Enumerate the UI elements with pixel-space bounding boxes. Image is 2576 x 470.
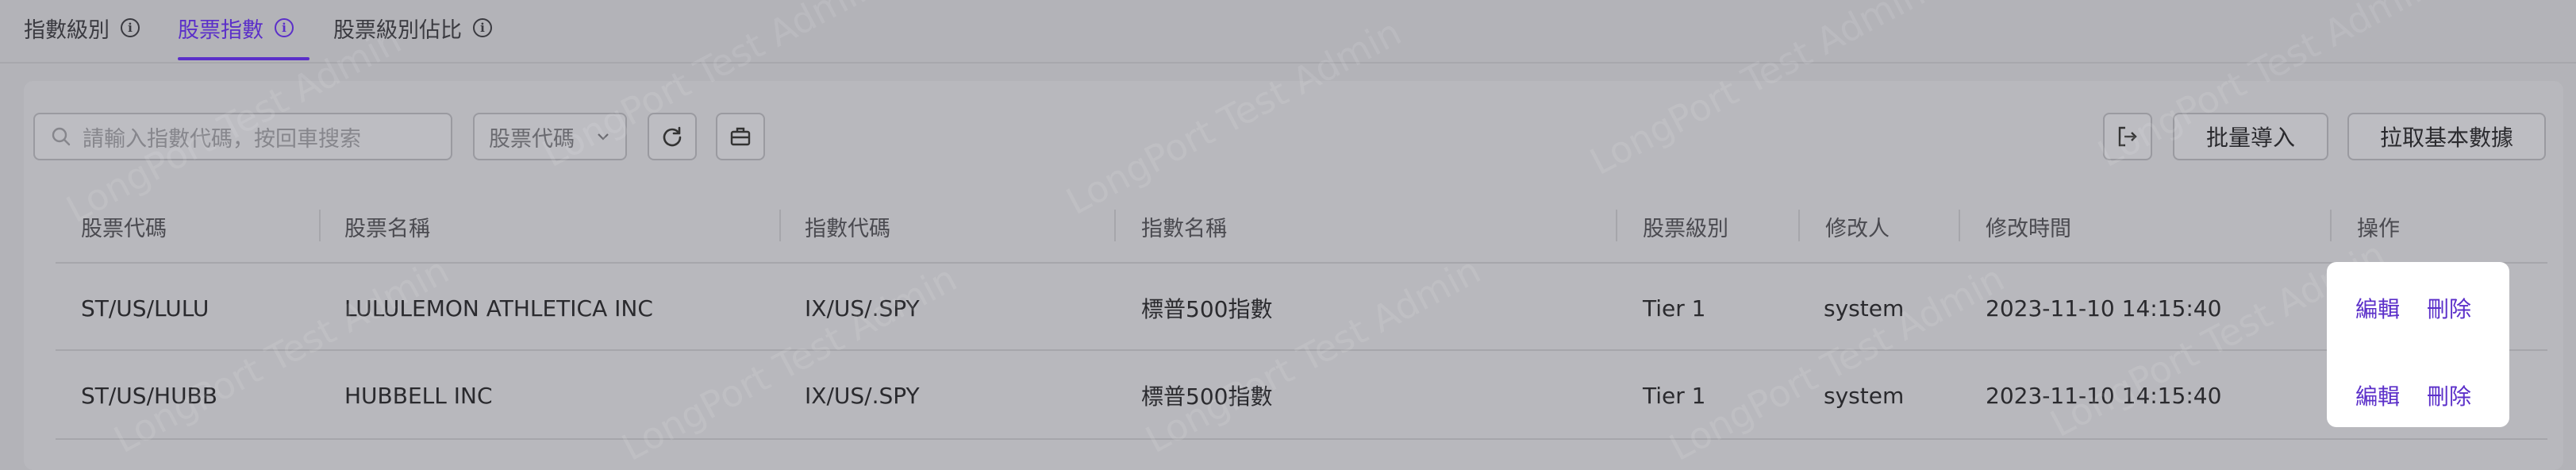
toolbox-icon bbox=[730, 127, 751, 146]
tab-label: 指數級別 bbox=[24, 17, 110, 43]
active-tab-indicator bbox=[178, 57, 310, 60]
cell-index-code: IX/US/.SPY bbox=[805, 382, 920, 409]
refresh-icon bbox=[663, 126, 682, 147]
filter-select[interactable]: 股票代碼 bbox=[473, 113, 627, 160]
cell-stock-name: LULULEMON ATHLETICA INC bbox=[344, 295, 653, 322]
chevron-down-icon bbox=[598, 133, 609, 141]
cell-modifier: system bbox=[1824, 295, 1905, 322]
column-header: 股票名稱 bbox=[344, 216, 430, 241]
column-divider bbox=[779, 210, 781, 241]
cell-index-name: 標普500指數 bbox=[1141, 383, 1273, 410]
batch-import-button[interactable]: 批量導入 bbox=[2173, 113, 2328, 160]
column-header: 股票級別 bbox=[1643, 216, 1728, 241]
filter-select-value: 股票代碼 bbox=[489, 126, 575, 152]
info-icon[interactable]: i bbox=[121, 18, 140, 37]
tab-label: 股票級別佔比 bbox=[333, 17, 462, 43]
tab-index-level[interactable]: 指數級別 i bbox=[24, 10, 140, 46]
tab-stock-level-ratio[interactable]: 股票級別佔比 i bbox=[333, 10, 492, 46]
cell-stock-code: ST/US/HUBB bbox=[81, 382, 217, 409]
search-input[interactable]: 請輸入指數代碼，按回車搜索 bbox=[33, 113, 452, 160]
fetch-basic-data-button[interactable]: 拉取基本數據 bbox=[2347, 113, 2546, 160]
column-divider bbox=[1616, 210, 1617, 241]
column-divider bbox=[1798, 210, 1800, 241]
cell-level: Tier 1 bbox=[1643, 382, 1706, 409]
cell-modified-time: 2023-11-10 14:15:40 bbox=[1986, 382, 2222, 409]
edit-link[interactable]: 編輯 bbox=[2355, 379, 2400, 411]
column-header: 操作 bbox=[2357, 216, 2400, 241]
tab-label: 股票指數 bbox=[178, 17, 263, 43]
delete-link[interactable]: 刪除 bbox=[2427, 379, 2471, 411]
cell-modified-time: 2023-11-10 14:15:40 bbox=[1986, 295, 2222, 322]
tab-stock-index[interactable]: 股票指數 i bbox=[178, 10, 294, 46]
cell-level: Tier 1 bbox=[1643, 295, 1706, 322]
cell-stock-code: ST/US/LULU bbox=[81, 295, 210, 322]
table-header: 股票代碼 股票名稱 指數代碼 指數名稱 股票級別 修改人 修改時間 操作 bbox=[56, 198, 2547, 262]
column-divider bbox=[2330, 210, 2332, 241]
cell-index-name: 標普500指數 bbox=[1141, 296, 1273, 322]
row-divider bbox=[56, 349, 2547, 351]
cell-index-code: IX/US/.SPY bbox=[805, 295, 920, 322]
column-header: 修改時間 bbox=[1986, 216, 2071, 241]
column-header: 指數代碼 bbox=[805, 216, 890, 241]
column-divider bbox=[319, 210, 321, 241]
info-icon[interactable]: i bbox=[275, 18, 294, 37]
refresh-button[interactable] bbox=[648, 113, 697, 160]
export-icon bbox=[2118, 126, 2137, 147]
action-column-highlight: 編輯 刪除 編輯 刪除 bbox=[2327, 262, 2509, 427]
row-divider bbox=[56, 262, 2547, 264]
row-divider bbox=[56, 438, 2547, 440]
batch-import-label: 批量導入 bbox=[2205, 125, 2295, 151]
cell-modifier: system bbox=[1824, 382, 1905, 409]
search-placeholder: 請輸入指數代碼，按回車搜索 bbox=[83, 126, 361, 152]
export-button[interactable] bbox=[2103, 113, 2152, 160]
toolbox-button[interactable] bbox=[716, 113, 765, 160]
tab-bar: 指數級別 i 股票指數 i 股票級別佔比 i bbox=[0, 0, 2576, 64]
column-header: 修改人 bbox=[1825, 216, 1890, 241]
info-icon[interactable]: i bbox=[473, 18, 492, 37]
fetch-basic-data-label: 拉取基本數據 bbox=[2379, 125, 2513, 151]
column-header: 指數名稱 bbox=[1141, 216, 1227, 241]
search-icon bbox=[52, 127, 71, 146]
delete-link[interactable]: 刪除 bbox=[2427, 292, 2471, 324]
column-header: 股票代碼 bbox=[81, 216, 167, 241]
edit-link[interactable]: 編輯 bbox=[2355, 292, 2400, 324]
column-divider bbox=[1959, 210, 1960, 241]
cell-stock-name: HUBBELL INC bbox=[344, 382, 493, 409]
column-divider bbox=[1114, 210, 1116, 241]
